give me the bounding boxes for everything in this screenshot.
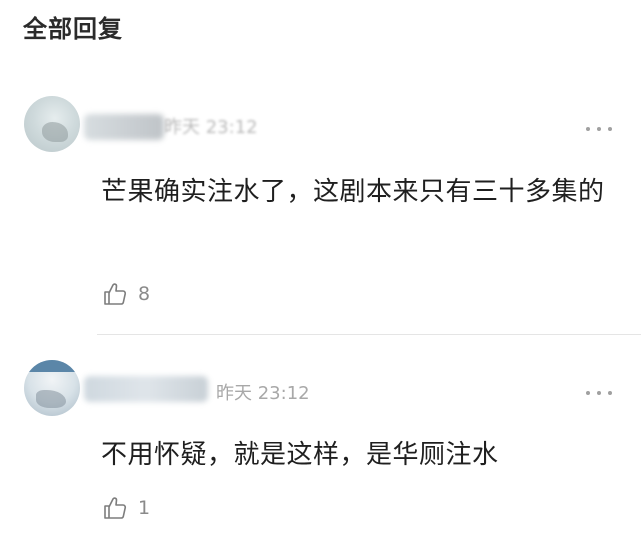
comment-time: 昨天 23:12 xyxy=(164,117,258,138)
like-button[interactable]: 1 xyxy=(102,494,150,522)
avatar[interactable] xyxy=(24,360,80,416)
comment-time: 昨天 23:12 xyxy=(216,383,310,404)
comment-item: 昨天 23:12 不用怀疑，就是这样，是华厕注水 1 xyxy=(0,350,641,537)
comment-text: 不用怀疑，就是这样，是华厕注水 xyxy=(101,440,499,470)
thumbs-up-icon xyxy=(104,497,127,519)
comment-text: 芒果确实注水了，这剧本来只有三十多集的 xyxy=(101,177,605,207)
more-options-icon[interactable] xyxy=(586,125,614,133)
like-button[interactable]: 8 xyxy=(102,280,150,308)
more-options-icon[interactable] xyxy=(586,389,614,397)
username-redacted[interactable] xyxy=(84,376,208,402)
thumbs-up-icon xyxy=(104,283,127,305)
like-count: 1 xyxy=(138,497,151,519)
page-title: 全部回复 xyxy=(23,15,123,43)
like-count: 8 xyxy=(138,283,151,305)
avatar[interactable] xyxy=(24,96,80,152)
username-redacted[interactable] xyxy=(84,114,164,140)
comment-item: 昨天 23:12 芒果确实注水了，这剧本来只有三十多集的 8 xyxy=(0,92,641,334)
comment-divider xyxy=(97,334,641,335)
